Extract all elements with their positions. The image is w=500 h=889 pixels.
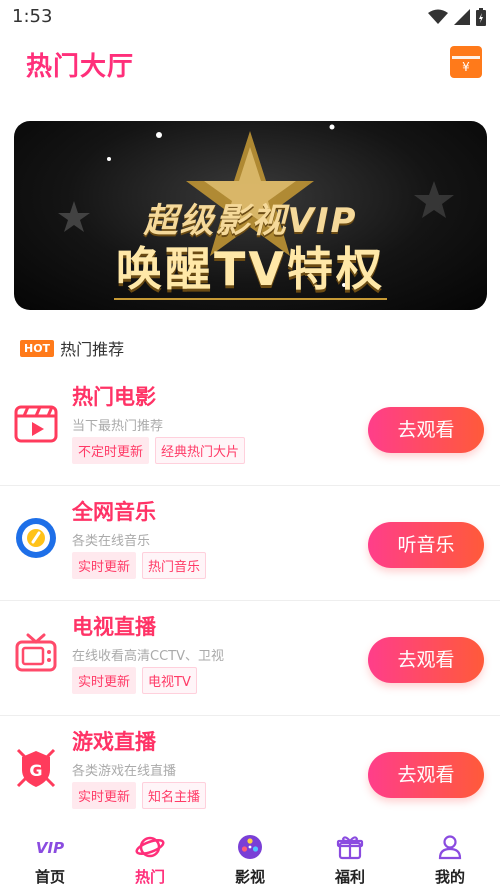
item-tag: 经典热门大片	[155, 437, 246, 464]
page-title: 热门大厅	[26, 52, 135, 82]
item-tag: 不定时更新	[72, 437, 150, 464]
vip-banner[interactable]: 超级影视VIP 唤醒TV特权	[14, 121, 487, 310]
watch-button[interactable]: 去观看	[368, 407, 484, 453]
svg-text:G: G	[29, 761, 42, 780]
item-title: 游戏直播	[72, 730, 156, 754]
tab-label: 首页	[34, 868, 65, 886]
listen-button[interactable]: 听音乐	[368, 522, 484, 568]
film-reel-icon	[238, 835, 262, 859]
item-title: 全网音乐	[72, 500, 156, 524]
status-bar: 1:53	[0, 0, 500, 34]
tab-label: 热门	[134, 868, 165, 886]
tab-movies[interactable]: 影视	[200, 828, 300, 889]
watch-button[interactable]: 去观看	[368, 752, 484, 798]
app-header: 热门大厅 ¥	[0, 34, 500, 94]
battery-icon	[476, 8, 486, 26]
banner-subline: 唤醒TV特权	[116, 242, 385, 296]
signal-icon	[454, 9, 470, 25]
item-tag: 实时更新	[72, 782, 137, 809]
list-item-music[interactable]: 全网音乐 各类在线音乐 实时更新 热门音乐 听音乐	[0, 486, 500, 601]
game-shield-icon: G	[16, 748, 56, 788]
wallet-button[interactable]: ¥	[450, 46, 482, 78]
hot-section-label: 热门推荐	[60, 340, 125, 359]
tab-profile[interactable]: 我的	[400, 828, 500, 889]
item-title: 热门电影	[72, 385, 156, 409]
list-item-movies[interactable]: 热门电影 当下最热门推荐 不定时更新 经典热门大片 去观看	[0, 371, 500, 486]
item-description: 当下最热门推荐	[72, 419, 164, 434]
svg-text:¥: ¥	[462, 60, 470, 74]
wifi-icon	[428, 9, 448, 24]
tab-hot[interactable]: 热门	[100, 828, 200, 889]
gift-icon	[336, 836, 364, 860]
hot-badge: HOT	[20, 339, 55, 357]
item-tag: 实时更新	[72, 667, 137, 694]
user-icon	[438, 835, 462, 860]
item-tag: 电视TV	[142, 667, 197, 694]
tab-label: 福利	[334, 868, 365, 886]
list-item-game[interactable]: G 游戏直播 各类游戏在线直播 实时更新 知名主播 去观看	[0, 716, 500, 831]
hot-section-header: HOT 热门推荐	[20, 336, 124, 360]
tv-icon	[15, 633, 57, 672]
item-tag: 实时更新	[72, 552, 137, 579]
list-item-tv[interactable]: 电视直播 在线收看高清CCTV、卫视 实时更新 电视TV 去观看	[0, 601, 500, 716]
item-description: 各类在线音乐	[72, 534, 151, 549]
vip-icon: VIP	[36, 839, 64, 857]
watch-button[interactable]: 去观看	[368, 637, 484, 683]
planet-icon	[135, 836, 165, 858]
svg-text:VIP: VIP	[36, 839, 64, 857]
item-tag: 热门音乐	[142, 552, 207, 579]
item-description: 在线收看高清CCTV、卫视	[72, 649, 224, 664]
film-clapper-icon	[14, 405, 58, 443]
item-description: 各类游戏在线直播	[72, 764, 177, 779]
tab-label: 影视	[234, 868, 265, 886]
tab-welfare[interactable]: 福利	[300, 828, 400, 889]
status-time: 1:53	[12, 6, 53, 27]
item-tag: 知名主播	[142, 782, 207, 809]
music-disc-icon	[16, 518, 56, 558]
tab-label: 我的	[434, 868, 465, 886]
bottom-tab-bar: VIP 首页 热门 影视 福利 我的	[0, 828, 500, 889]
tab-home[interactable]: VIP 首页	[0, 828, 100, 889]
wallet-icon: ¥	[452, 50, 480, 74]
item-title: 电视直播	[72, 615, 156, 639]
